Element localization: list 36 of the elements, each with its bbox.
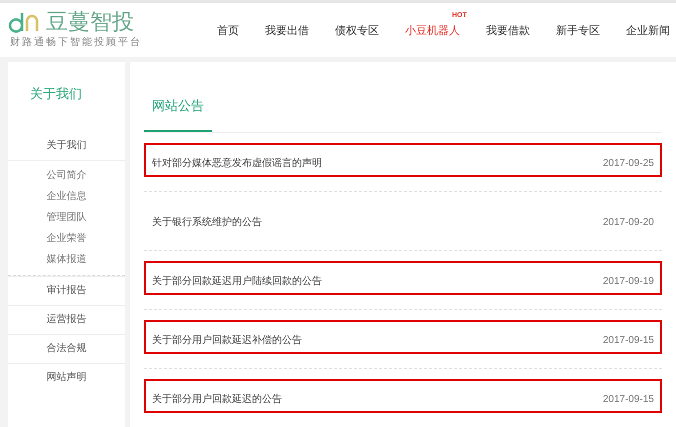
sidebar-subitem[interactable]: 管理团队 [46,210,86,224]
sidebar-item[interactable]: 审计报告 [46,276,86,304]
sidebar-subitem[interactable]: 企业荣誉 [46,232,86,246]
sidebar-title: 关于我们 [29,85,83,103]
nav-link[interactable]: 企业新闻 [626,22,670,40]
notice-title: 关于部分用户回款延迟补偿的公告 [152,334,302,348]
logo-slogan: 财路通畅下智能投顾平台 [9,36,143,50]
notice-title: 关于部分用户回款延迟的公告 [152,392,282,406]
sidebar-subitem[interactable]: 企业信息 [46,190,86,204]
notice-row[interactable]: 关于部分用户回款延迟补偿的公告 2017-09-15 [144,320,662,354]
sidebar-item[interactable]: 关于我们 [46,132,86,160]
nav-link[interactable]: 债权专区 [335,22,379,40]
notice-title: 关于部分回款延迟用户陆续回款的公告 [152,274,322,288]
nav-link[interactable]: 我要借款 [486,22,530,40]
nav-link[interactable]: 小豆机器人 [405,22,460,40]
sidebar-item[interactable]: 网站声明 [46,364,86,392]
sidebar-item[interactable]: 运营报告 [46,306,86,334]
nav-link[interactable]: 新手专区 [556,22,600,40]
notice-row[interactable]: 关于银行系统维护的公告 2017-09-20 [144,202,662,236]
notice-date: 2017-09-19 [602,274,654,288]
panel-title: 网站公告 [144,96,212,132]
notice-row[interactable]: 针对部分媒体恶意发布虚假谣言的声明 2017-09-25 [144,142,662,176]
sidebar-subitem[interactable]: 媒体报道 [46,252,86,266]
sidebar-subitem[interactable]: 公司简介 [46,168,86,182]
notice-date: 2017-09-15 [602,392,654,406]
notice-title: 针对部分媒体恶意发布虚假谣言的声明 [152,156,322,170]
sidebar-item[interactable]: 合法合规 [46,334,86,362]
nav-link[interactable]: 首页 [217,22,239,40]
logo-text: 豆蔓智投 [46,10,134,32]
notice-date: 2017-09-25 [602,156,654,170]
notice-row[interactable]: 关于部分用户回款延迟的公告 2017-09-15 [144,378,662,412]
notice-date: 2017-09-20 [602,216,654,230]
notice-row[interactable]: 关于部分回款延迟用户陆续回款的公告 2017-09-19 [144,260,662,294]
notice-title: 关于银行系统维护的公告 [152,216,262,230]
notice-date: 2017-09-15 [602,334,654,348]
nav-link[interactable]: 我要出借 [265,22,309,40]
